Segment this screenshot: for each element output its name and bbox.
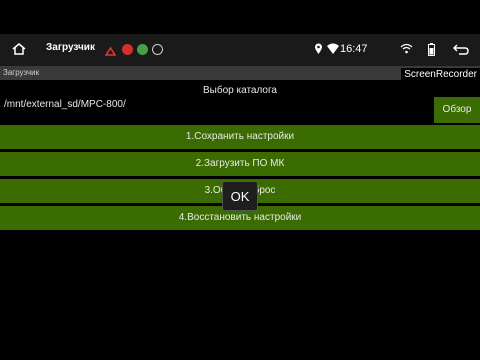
settings-notif-icon xyxy=(152,44,163,55)
load-firmware-button[interactable]: 2.Загрузить ПО МК xyxy=(0,152,480,176)
clock: 16:47 xyxy=(340,43,368,55)
browse-button[interactable]: Обзор xyxy=(434,97,480,123)
location-icon xyxy=(315,43,322,54)
green-notif-icon xyxy=(137,44,148,55)
catalog-title: Выбор каталога xyxy=(203,85,277,96)
home-icon[interactable] xyxy=(11,42,27,56)
status-bar: Загрузчик 16:47 xyxy=(0,34,480,66)
battery-icon xyxy=(428,43,435,56)
wifi-icon xyxy=(327,43,339,54)
recorder-notif-icon xyxy=(104,44,117,56)
wifi-alt-icon xyxy=(400,43,413,54)
app-title: Загрузчик xyxy=(46,42,95,53)
save-settings-button[interactable]: 1.Сохранить настройки xyxy=(0,125,480,149)
app-bar-label: Загрузчик xyxy=(3,68,40,77)
screen-recorder-label: ScreenRecorder xyxy=(401,68,480,82)
red-notif-icon xyxy=(122,44,133,55)
catalog-path: /mnt/external_sd/MPC-800/ xyxy=(4,99,126,110)
ok-toast: OK xyxy=(222,181,258,211)
back-icon[interactable] xyxy=(453,43,469,55)
